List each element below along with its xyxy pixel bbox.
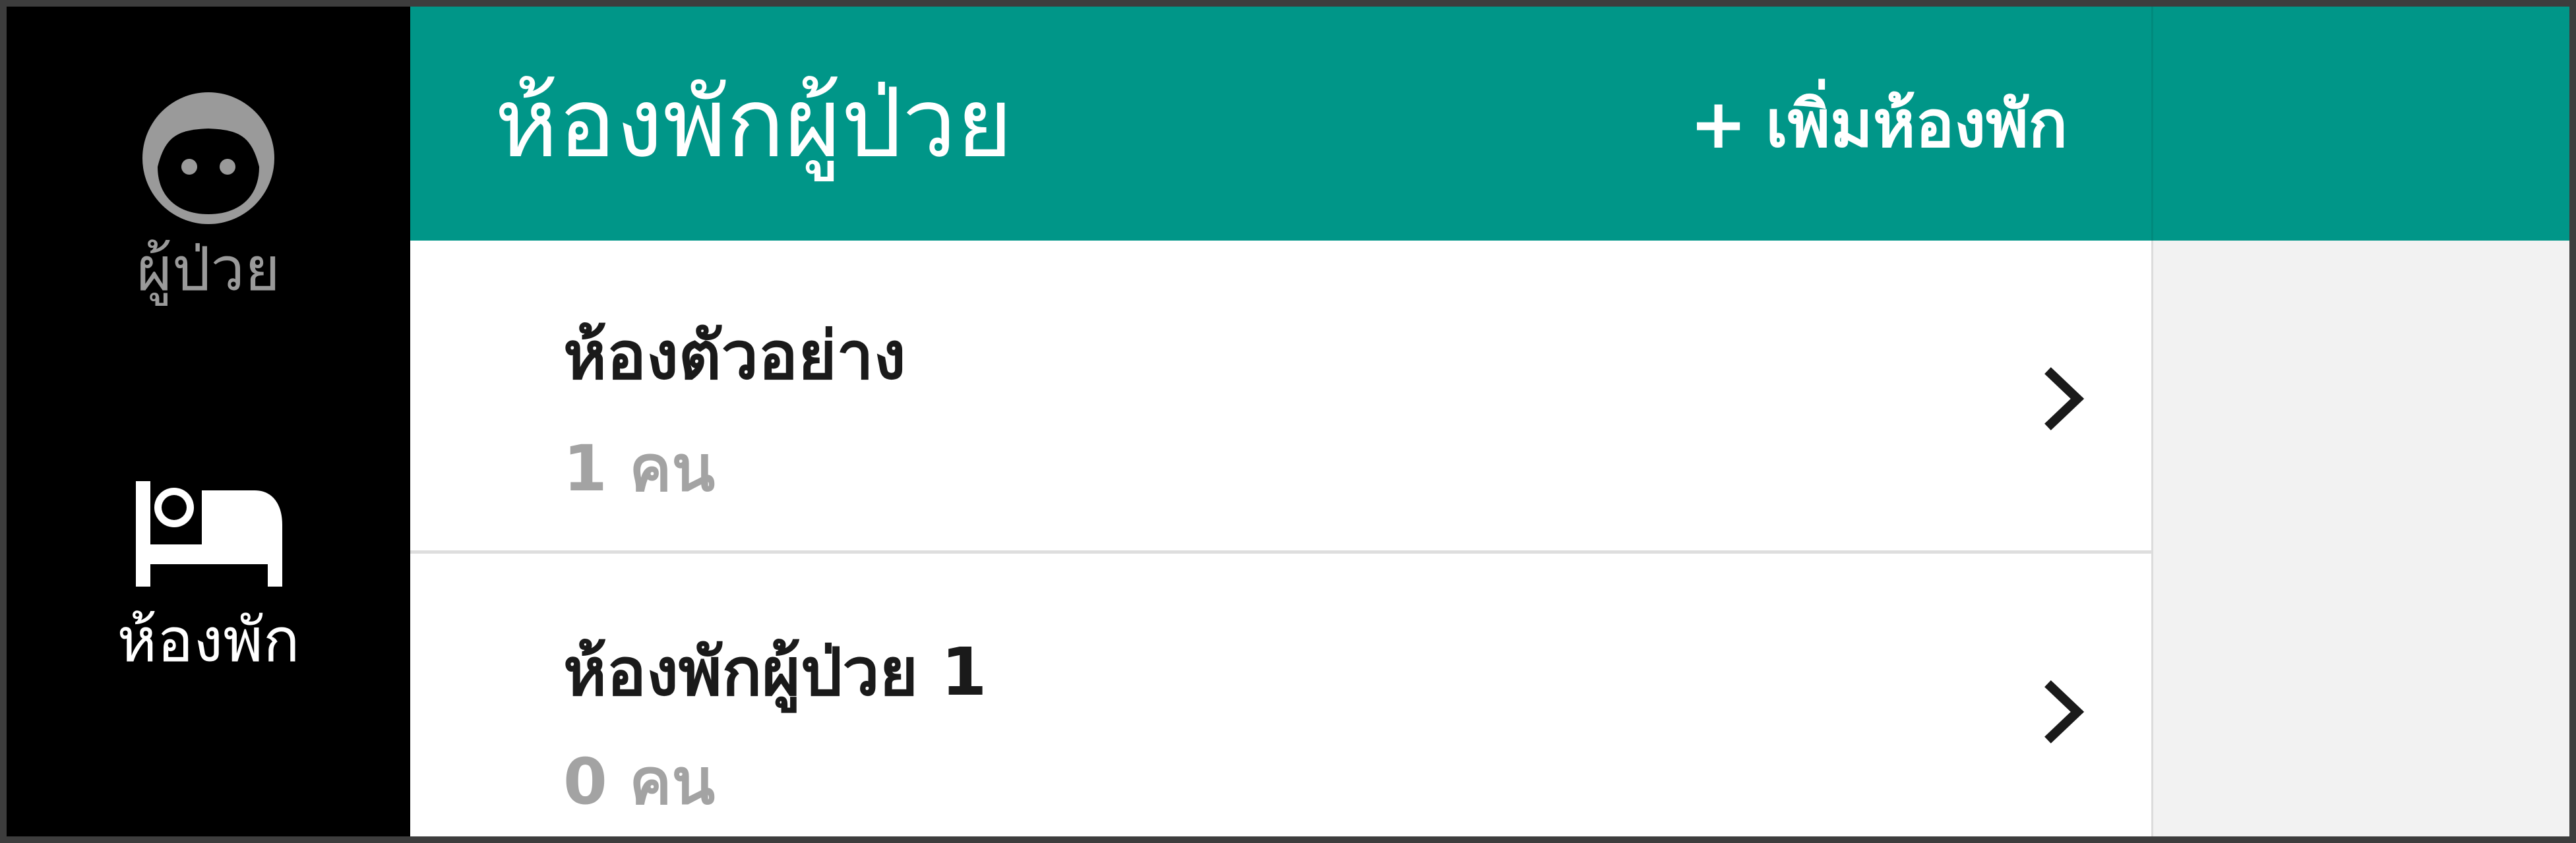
room-name: ห้องตัวอย่าง: [563, 317, 906, 394]
sidebar-item-label: ผู้ป่วย: [137, 234, 280, 305]
chevron-right-icon: [2044, 680, 2085, 743]
add-room-label: เพิ่มห้องพัก: [1765, 86, 2068, 162]
sidebar-item-patients[interactable]: ผู้ป่วย: [7, 89, 410, 300]
app-header: ห้องพักผู้ป่วย + เพิ่มห้องพัก: [410, 7, 2569, 241]
face-icon: [139, 89, 278, 227]
app-window: ผู้ป่วย ห้องพัก ห้องพักผู้ป่วย + เพิ่มห้…: [7, 7, 2569, 836]
sidebar: ผู้ป่วย ห้องพัก: [7, 7, 410, 836]
sidebar-item-label: ห้องพัก: [117, 605, 300, 676]
room-occupant-count: 0 คน: [563, 745, 716, 819]
room-name: ห้องพักผู้ป่วย 1: [563, 633, 987, 711]
chevron-right-icon: [2044, 367, 2085, 430]
room-list: ห้องตัวอย่าง 1 คน ห้องพักผู้ป่วย 1 0 คน: [410, 241, 2151, 836]
sidebar-item-rooms[interactable]: ห้องพัก: [7, 481, 410, 671]
add-room-button[interactable]: + เพิ่มห้องพัก: [1690, 7, 2068, 241]
room-occupant-count: 1 คน: [563, 432, 716, 506]
page-title: ห้องพักผู้ป่วย: [495, 67, 1013, 179]
bed-icon: [129, 481, 288, 587]
plus-icon: +: [1690, 83, 1748, 164]
detail-panel: [2151, 241, 2569, 836]
list-item[interactable]: ห้องพักผู้ป่วย 1 0 คน: [410, 554, 2151, 836]
list-item[interactable]: ห้องตัวอย่าง 1 คน: [410, 241, 2151, 554]
header-divider: [2151, 7, 2153, 241]
